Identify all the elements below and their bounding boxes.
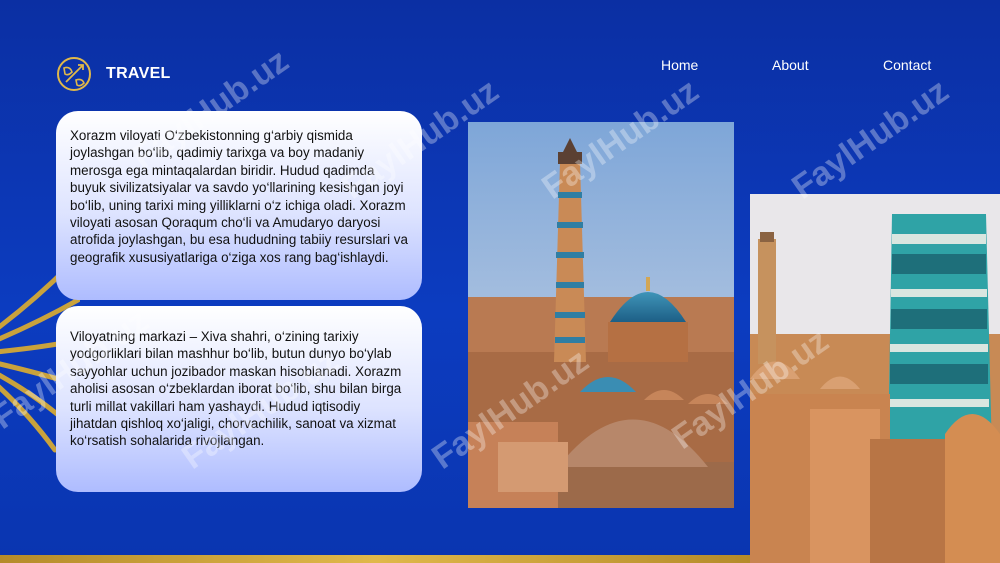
top-navigation: Home About Contact	[0, 57, 1000, 77]
info-card-text: Xorazm viloyati O‘zbekistonning g‘arbiy …	[70, 128, 408, 265]
nav-contact-link[interactable]: Contact	[883, 57, 931, 73]
gold-footer-bar	[0, 555, 750, 563]
nav-home-link[interactable]: Home	[661, 57, 698, 73]
nav-about-link[interactable]: About	[772, 57, 809, 73]
khiva-minaret-photo	[468, 122, 734, 508]
info-card-region: Xorazm viloyati O‘zbekistonning g‘arbiy …	[56, 111, 422, 300]
kalta-minor-photo	[750, 194, 1000, 563]
info-card-capital: Viloyatning markazi – Xiva shahri, o‘zin…	[56, 306, 422, 492]
info-card-text: Viloyatning markazi – Xiva shahri, o‘zin…	[70, 329, 402, 449]
watermark: FaylHub.uz	[785, 71, 956, 207]
